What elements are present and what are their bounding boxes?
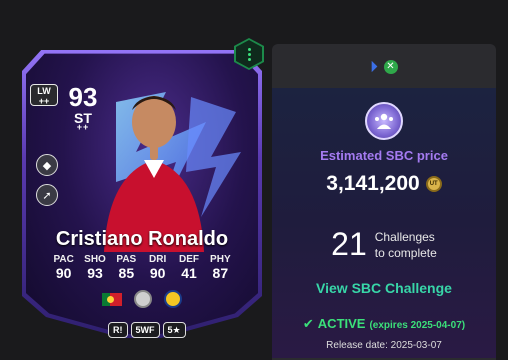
alt-position-badge: LW ++ [30,84,58,106]
stat-label: PAS [116,254,137,265]
xbox-icon: ✕ [383,59,398,74]
challenge-text-line1: Challenges [374,229,435,244]
stat-pas: PAS 85 [111,254,142,281]
stat-label: DEF [178,254,199,265]
sbc-price-label: Estimated SBC price [320,148,448,163]
stat-sho: SHO 93 [79,254,110,281]
league-logo-icon [134,290,152,308]
stat-value: 90 [55,265,72,281]
stat-label: PAC [53,254,74,265]
stat-def: DEF 41 [173,254,204,281]
platforms: ⏵ ✕ [272,58,496,75]
nation-flag-icon [102,292,122,306]
card-chips: R! 5WF 5★ [108,322,186,338]
club-badge-icon [164,290,182,308]
sbc-info-panel: ⏵ ✕ Estimated SBC price 3,141,200 UT 21 … [272,44,496,360]
price-value: 3,141,200 [326,172,420,195]
playstation-icon: ⏵ [370,58,378,74]
alt-position-label: LW [37,86,51,96]
stat-value: 87 [212,265,229,281]
stat-pac: PAC 90 [48,254,79,281]
coin-icon: UT [425,176,442,192]
check-icon: ✔ [302,316,314,331]
player-card[interactable]: LW ++ 93 ST ++ ◆ ➚ Cristiano Ronaldo PAC… [22,38,264,338]
player-image [104,96,204,252]
challenge-text-line2: to complete [374,245,437,260]
stat-value: 41 [181,265,197,281]
stat-value: 93 [87,265,103,281]
stat-dri: DRI 90 [142,254,173,281]
active-label: ACTIVE [317,316,366,331]
weakfoot-chip: 5WF [130,322,160,338]
stat-phy: PHY 87 [205,254,236,281]
stat-value: 90 [149,265,166,281]
stat-label: DRI [149,254,167,265]
release-date: Release date: 2025-03-07 [326,340,442,351]
skills-chip: 5★ [162,322,186,338]
stat-label: PHY [210,254,231,265]
playstyle-icon-2[interactable]: ➚ [36,184,58,206]
stats-grid: PAC 90 SHO 93 PAS 85 DRI 90 DEF 41 PHY 87 [48,254,236,281]
expires-label: (expires 2025-04-07) [369,320,466,331]
challenge-text: Challenges to complete [375,229,437,261]
stat-label: SHO [84,254,106,265]
sbc-group-icon [365,102,403,140]
alt-position-plus: ++ [38,96,50,106]
challenges-info: 21 Challenges to complete [272,226,496,263]
challenge-count: 21 [331,226,367,262]
role-chip: R! [108,322,128,338]
position-plus: ++ [76,122,90,132]
view-sbc-challenge-link[interactable]: View SBC Challenge [272,280,496,296]
player-rating: 93 [68,82,98,112]
stat-value: 85 [118,265,135,281]
active-status: ✔ ACTIVE (expires 2025-04-07) [272,316,496,332]
card-badges [22,290,262,308]
player-name: Cristiano Ronaldo [55,228,229,250]
playstyle-icon-1[interactable]: ◆ [36,154,58,176]
sbc-price: 3,141,200 UT [272,172,496,196]
sbc-details: Estimated SBC price 3,141,200 UT 21 Chal… [272,88,496,358]
